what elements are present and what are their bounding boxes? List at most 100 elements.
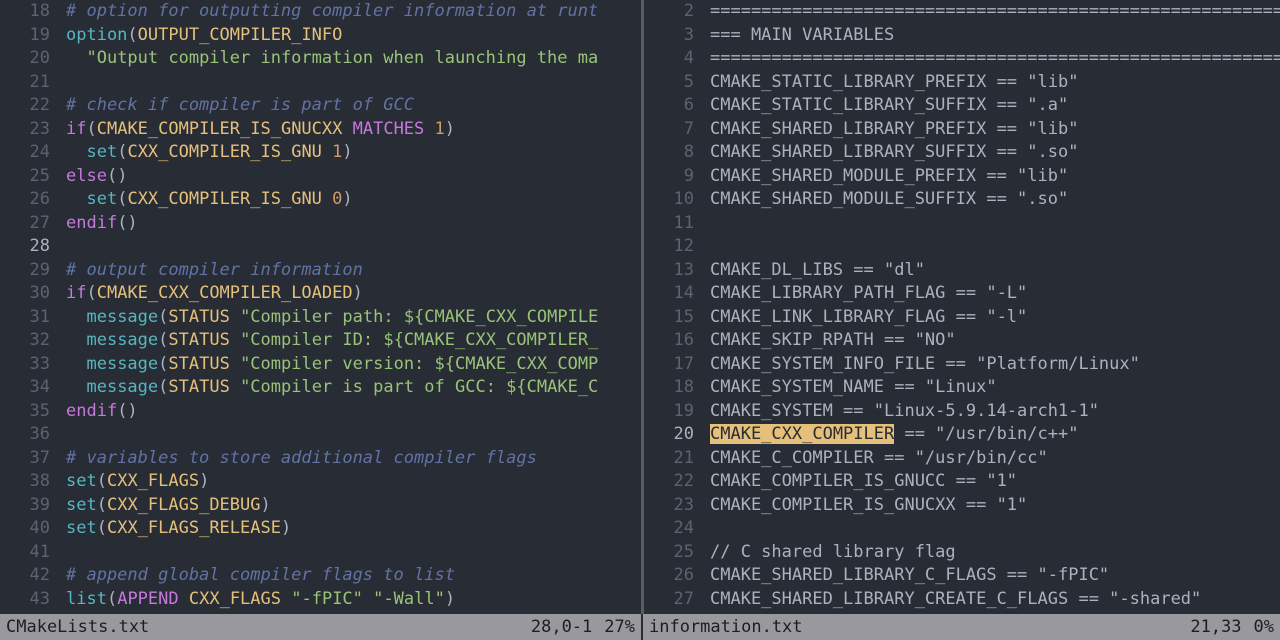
line-number: 23 bbox=[0, 118, 50, 142]
code-line[interactable]: option(OUTPUT_COMPILER_INFO bbox=[66, 24, 641, 48]
line-number: 4 bbox=[644, 47, 694, 71]
code-line[interactable]: CMAKE_COMPILER_IS_GNUCXX == "1" bbox=[710, 494, 1280, 518]
code-line[interactable]: CMAKE_SHARED_LIBRARY_C_FLAGS == "-fPIC" bbox=[710, 564, 1280, 588]
line-number: 43 bbox=[0, 588, 50, 612]
code-line[interactable]: CMAKE_SHARED_MODULE_SUFFIX == ".so" bbox=[710, 188, 1280, 212]
code-line[interactable]: CMAKE_STATIC_LIBRARY_PREFIX == "lib" bbox=[710, 71, 1280, 95]
code-line[interactable]: CMAKE_STATIC_LIBRARY_SUFFIX == ".a" bbox=[710, 94, 1280, 118]
code-line[interactable]: CMAKE_SHARED_LIBRARY_SUFFIX == ".so" bbox=[710, 141, 1280, 165]
code-line[interactable]: set(CXX_COMPILER_IS_GNU 0) bbox=[66, 188, 641, 212]
status-right: information.txt 21,33 0% bbox=[641, 614, 1280, 640]
code-line[interactable]: CMAKE_SYSTEM == "Linux-5.9.14-arch1-1" bbox=[710, 400, 1280, 424]
code-line[interactable]: message(STATUS "Compiler is part of GCC:… bbox=[66, 376, 641, 400]
line-number: 40 bbox=[0, 517, 50, 541]
line-number: 11 bbox=[644, 212, 694, 236]
code-line[interactable]: set(CXX_COMPILER_IS_GNU 1) bbox=[66, 141, 641, 165]
code-line[interactable]: else() bbox=[66, 165, 641, 189]
code-line[interactable] bbox=[710, 212, 1280, 236]
code-line[interactable] bbox=[66, 71, 641, 95]
code-line[interactable]: CMAKE_LINK_LIBRARY_FLAG == "-l" bbox=[710, 306, 1280, 330]
line-number: 26 bbox=[0, 188, 50, 212]
code-line[interactable]: // C shared library flag bbox=[710, 541, 1280, 565]
left-filename: CMakeLists.txt bbox=[0, 614, 155, 640]
code-line[interactable]: list(APPEND CXX_FLAGS "-fPIC" "-Wall") bbox=[66, 588, 641, 612]
line-number: 10 bbox=[644, 188, 694, 212]
line-number: 22 bbox=[644, 470, 694, 494]
code-line[interactable]: CMAKE_COMPILER_IS_GNUCC == "1" bbox=[710, 470, 1280, 494]
left-percent: 27% bbox=[598, 614, 641, 640]
code-line[interactable]: # append global compiler flags to list bbox=[66, 564, 641, 588]
line-number: 8 bbox=[644, 141, 694, 165]
code-line[interactable]: message(STATUS "Compiler ID: ${CMAKE_CXX… bbox=[66, 329, 641, 353]
line-number: 16 bbox=[644, 329, 694, 353]
code-line[interactable]: message(STATUS "Compiler version: ${CMAK… bbox=[66, 353, 641, 377]
line-number: 14 bbox=[644, 282, 694, 306]
line-number: 20 bbox=[644, 423, 694, 447]
code-line[interactable]: CMAKE_SHARED_MODULE_PREFIX == "lib" bbox=[710, 165, 1280, 189]
line-number: 21 bbox=[0, 71, 50, 95]
code-line[interactable]: # variables to store additional compiler… bbox=[66, 447, 641, 471]
line-number: 23 bbox=[644, 494, 694, 518]
line-number: 24 bbox=[0, 141, 50, 165]
right-gutter: 2345678910111213141516171819202122232425… bbox=[644, 0, 702, 614]
code-line[interactable]: # check if compiler is part of GCC bbox=[66, 94, 641, 118]
code-line[interactable]: if(CMAKE_CXX_COMPILER_LOADED) bbox=[66, 282, 641, 306]
code-line[interactable]: endif() bbox=[66, 400, 641, 424]
code-line[interactable]: CMAKE_SKIP_RPATH == "NO" bbox=[710, 329, 1280, 353]
code-line[interactable]: CMAKE_C_COMPILER == "/usr/bin/cc" bbox=[710, 447, 1280, 471]
code-line[interactable]: CMAKE_LIBRARY_PATH_FLAG == "-L" bbox=[710, 282, 1280, 306]
right-pane[interactable]: 2345678910111213141516171819202122232425… bbox=[644, 0, 1280, 614]
line-number: 35 bbox=[0, 400, 50, 424]
line-number: 7 bbox=[644, 118, 694, 142]
line-number: 27 bbox=[0, 212, 50, 236]
line-number: 12 bbox=[644, 235, 694, 259]
code-line[interactable]: ========================================… bbox=[710, 47, 1280, 71]
code-line[interactable] bbox=[710, 517, 1280, 541]
line-number: 27 bbox=[644, 588, 694, 612]
line-number: 38 bbox=[0, 470, 50, 494]
line-number: 29 bbox=[0, 259, 50, 283]
code-line[interactable]: message(STATUS "Compiler path: ${CMAKE_C… bbox=[66, 306, 641, 330]
code-line[interactable]: CMAKE_SYSTEM_INFO_FILE == "Platform/Linu… bbox=[710, 353, 1280, 377]
line-number: 32 bbox=[0, 329, 50, 353]
line-number: 21 bbox=[644, 447, 694, 471]
right-cursor-pos: 21,33 bbox=[1184, 614, 1247, 640]
left-cursor-pos: 28,0-1 bbox=[525, 614, 598, 640]
line-number: 31 bbox=[0, 306, 50, 330]
line-number: 22 bbox=[0, 94, 50, 118]
code-line[interactable] bbox=[66, 235, 641, 259]
code-line[interactable]: CMAKE_SYSTEM_NAME == "Linux" bbox=[710, 376, 1280, 400]
line-number: 5 bbox=[644, 71, 694, 95]
line-number: 2 bbox=[644, 0, 694, 24]
right-percent: 0% bbox=[1248, 614, 1280, 640]
code-line[interactable]: # output compiler information bbox=[66, 259, 641, 283]
code-line[interactable]: CMAKE_SHARED_LIBRARY_PREFIX == "lib" bbox=[710, 118, 1280, 142]
status-left: CMakeLists.txt 28,0-1 27% bbox=[0, 614, 641, 640]
code-line[interactable] bbox=[66, 423, 641, 447]
code-line[interactable]: # option for outputting compiler informa… bbox=[66, 0, 641, 24]
code-line[interactable]: if(CMAKE_COMPILER_IS_GNUCXX MATCHES 1) bbox=[66, 118, 641, 142]
status-bar: CMakeLists.txt 28,0-1 27% information.tx… bbox=[0, 614, 1280, 640]
line-number: 25 bbox=[644, 541, 694, 565]
code-line[interactable] bbox=[710, 235, 1280, 259]
code-line[interactable] bbox=[66, 541, 641, 565]
code-line[interactable]: set(CXX_FLAGS_RELEASE) bbox=[66, 517, 641, 541]
code-line[interactable]: === MAIN VARIABLES bbox=[710, 24, 1280, 48]
line-number: 18 bbox=[0, 0, 50, 24]
code-line[interactable]: CMAKE_DL_LIBS == "dl" bbox=[710, 259, 1280, 283]
line-number: 42 bbox=[0, 564, 50, 588]
left-code[interactable]: # option for outputting compiler informa… bbox=[66, 0, 641, 614]
code-line[interactable]: "Output compiler information when launch… bbox=[66, 47, 641, 71]
code-line[interactable]: CMAKE_CXX_COMPILER == "/usr/bin/c++" bbox=[710, 423, 1280, 447]
line-number: 18 bbox=[644, 376, 694, 400]
left-pane[interactable]: 1819202122232425262728293031323334353637… bbox=[0, 0, 641, 614]
code-line[interactable]: ========================================… bbox=[710, 0, 1280, 24]
right-code[interactable]: ========================================… bbox=[710, 0, 1280, 614]
line-number: 26 bbox=[644, 564, 694, 588]
line-number: 30 bbox=[0, 282, 50, 306]
code-line[interactable]: endif() bbox=[66, 212, 641, 236]
code-line[interactable]: set(CXX_FLAGS) bbox=[66, 470, 641, 494]
code-line[interactable]: set(CXX_FLAGS_DEBUG) bbox=[66, 494, 641, 518]
code-line[interactable]: CMAKE_SHARED_LIBRARY_CREATE_C_FLAGS == "… bbox=[710, 588, 1280, 612]
editor-split: 1819202122232425262728293031323334353637… bbox=[0, 0, 1280, 614]
